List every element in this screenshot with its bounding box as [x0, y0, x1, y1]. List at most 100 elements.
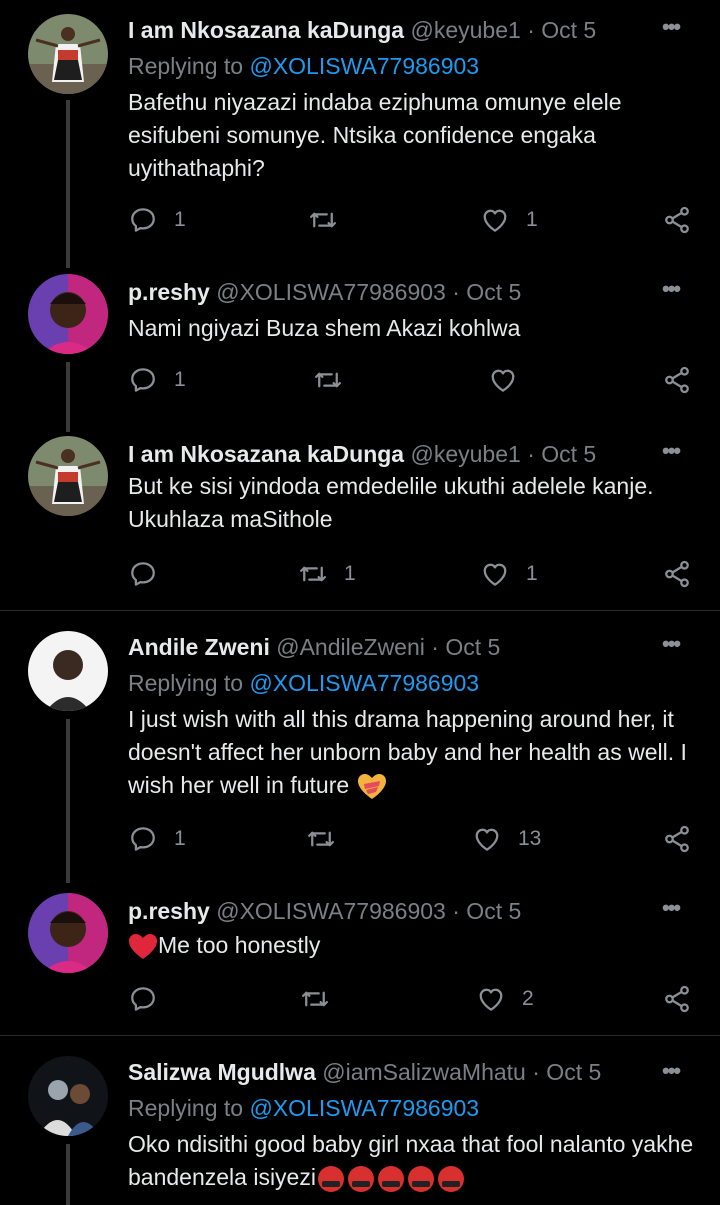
replying-to-handle[interactable]: @XOLISWA77986903 [249, 670, 479, 696]
thread-line [66, 100, 70, 268]
author-handle[interactable]: @keyube1 [411, 441, 521, 467]
reply-icon [128, 365, 158, 395]
more-options-icon[interactable]: ••• [662, 438, 681, 464]
retweet-icon [298, 559, 328, 589]
like-button[interactable]: 1 [480, 554, 538, 594]
like-button[interactable]: 1 [480, 200, 538, 240]
avatar[interactable] [28, 893, 108, 973]
share-icon [662, 205, 692, 235]
author-handle[interactable]: @keyube1 [411, 17, 521, 43]
tweet-text-body: I just wish with all this drama happenin… [128, 706, 687, 798]
timestamp[interactable]: · Oct 5 [452, 898, 521, 924]
timestamp[interactable]: · Oct 5 [527, 17, 596, 43]
more-options-icon[interactable]: ••• [662, 276, 681, 302]
tweet-actions: 1 [128, 360, 698, 400]
retweet-button[interactable] [300, 979, 346, 1019]
avatar[interactable] [28, 631, 108, 711]
author-name[interactable]: p.reshy [128, 898, 210, 924]
retweet-icon [313, 365, 343, 395]
like-button[interactable] [488, 360, 534, 400]
replying-to: Replying to @XOLISWA77986903 [128, 52, 479, 80]
more-options-icon[interactable]: ••• [662, 895, 681, 921]
tweet-header: I am Nkosazana kaDunga @keyube1 · Oct 5 [128, 440, 596, 468]
retweet-icon [306, 824, 336, 854]
like-count: 1 [526, 562, 538, 585]
replying-to-handle[interactable]: @XOLISWA77986903 [249, 1095, 479, 1121]
reply-button[interactable] [128, 979, 174, 1019]
timestamp[interactable]: · Oct 5 [527, 441, 596, 467]
tweet-header: p.reshy @XOLISWA77986903 · Oct 5 [128, 897, 521, 925]
reply-icon [128, 984, 158, 1014]
reply-button[interactable] [128, 554, 174, 594]
timestamp[interactable]: · Oct 5 [452, 279, 521, 305]
tweet[interactable]: p.reshy @XOLISWA77986903 · Oct 5 ••• Me … [0, 875, 720, 1035]
like-count: 1 [526, 208, 538, 231]
thread-line [66, 719, 70, 883]
retweet-count: 1 [344, 562, 356, 585]
tweet-actions: 1 13 [128, 819, 698, 859]
share-button[interactable] [662, 200, 692, 240]
retweet-button[interactable] [313, 360, 359, 400]
red-heart-icon [129, 933, 157, 959]
tweet[interactable]: I am Nkosazana kaDunga @keyube1 · Oct 5 … [0, 0, 720, 268]
reply-count: 1 [174, 368, 186, 391]
share-button[interactable] [662, 360, 692, 400]
tweet-header: p.reshy @XOLISWA77986903 · Oct 5 [128, 278, 521, 306]
timestamp[interactable]: · Oct 5 [532, 1059, 601, 1085]
avatar[interactable] [28, 14, 108, 94]
more-options-icon[interactable]: ••• [662, 14, 681, 40]
share-icon [662, 559, 692, 589]
replying-to-label: Replying to [128, 670, 250, 696]
more-options-icon[interactable]: ••• [662, 631, 681, 657]
share-icon [662, 824, 692, 854]
reply-button[interactable]: 1 [128, 200, 186, 240]
author-name[interactable]: I am Nkosazana kaDunga [128, 441, 404, 467]
author-handle[interactable]: @AndileZweni [276, 634, 425, 660]
heart-icon [480, 205, 510, 235]
share-button[interactable] [662, 819, 692, 859]
timestamp[interactable]: · Oct 5 [431, 634, 500, 660]
tweet[interactable]: p.reshy @XOLISWA77986903 · Oct 5 ••• Nam… [0, 262, 720, 432]
retweet-button[interactable]: 1 [298, 554, 356, 594]
reply-icon [128, 559, 158, 589]
like-count: 2 [522, 987, 534, 1010]
tweet-actions: 2 [128, 979, 698, 1019]
heart-icon [480, 559, 510, 589]
share-button[interactable] [662, 554, 692, 594]
tweet-text: But ke sisi yindoda emdedelile ukuthi ad… [128, 473, 654, 532]
tweet-header: I am Nkosazana kaDunga @keyube1 · Oct 5 [128, 16, 596, 44]
replying-to: Replying to @XOLISWA77986903 [128, 1094, 479, 1122]
like-button[interactable]: 13 [472, 819, 541, 859]
cursing-face-icons [316, 1164, 466, 1192]
avatar[interactable] [28, 1056, 108, 1136]
reply-count: 1 [174, 827, 186, 850]
share-button[interactable] [662, 979, 692, 1019]
like-button[interactable]: 2 [476, 979, 534, 1019]
replying-to: Replying to @XOLISWA77986903 [128, 669, 479, 697]
retweet-button[interactable] [308, 200, 354, 240]
retweet-button[interactable] [306, 819, 352, 859]
tweet[interactable]: I am Nkosazana kaDunga @keyube1 · Oct 5 … [0, 424, 720, 610]
retweet-icon [300, 984, 330, 1014]
retweet-icon [308, 205, 338, 235]
more-options-icon[interactable]: ••• [662, 1058, 681, 1084]
tweet[interactable]: Andile Zweni @AndileZweni · Oct 5 ••• Re… [0, 611, 720, 883]
author-handle[interactable]: @XOLISWA77986903 [216, 279, 446, 305]
author-name[interactable]: I am Nkosazana kaDunga [128, 17, 404, 43]
reply-button[interactable]: 1 [128, 819, 186, 859]
replying-to-handle[interactable]: @XOLISWA77986903 [249, 53, 479, 79]
tweet-text: Nami ngiyazi Buza shem Akazi kohlwa [128, 315, 521, 341]
heart-on-fire-icon [357, 773, 386, 799]
avatar[interactable] [28, 436, 108, 516]
author-handle[interactable]: @iamSalizwaMhatu [322, 1059, 526, 1085]
tweet-header: Andile Zweni @AndileZweni · Oct 5 [128, 633, 500, 661]
author-name[interactable]: p.reshy [128, 279, 210, 305]
author-name[interactable]: Andile Zweni [128, 634, 270, 660]
author-handle[interactable]: @XOLISWA77986903 [216, 898, 446, 924]
avatar[interactable] [28, 274, 108, 354]
tweet-text-body: Me too honestly [158, 932, 321, 958]
author-name[interactable]: Salizwa Mgudlwa [128, 1059, 316, 1085]
heart-icon [472, 824, 502, 854]
reply-button[interactable]: 1 [128, 360, 186, 400]
tweet[interactable]: Salizwa Mgudlwa @iamSalizwaMhatu · Oct 5… [0, 1036, 720, 1205]
